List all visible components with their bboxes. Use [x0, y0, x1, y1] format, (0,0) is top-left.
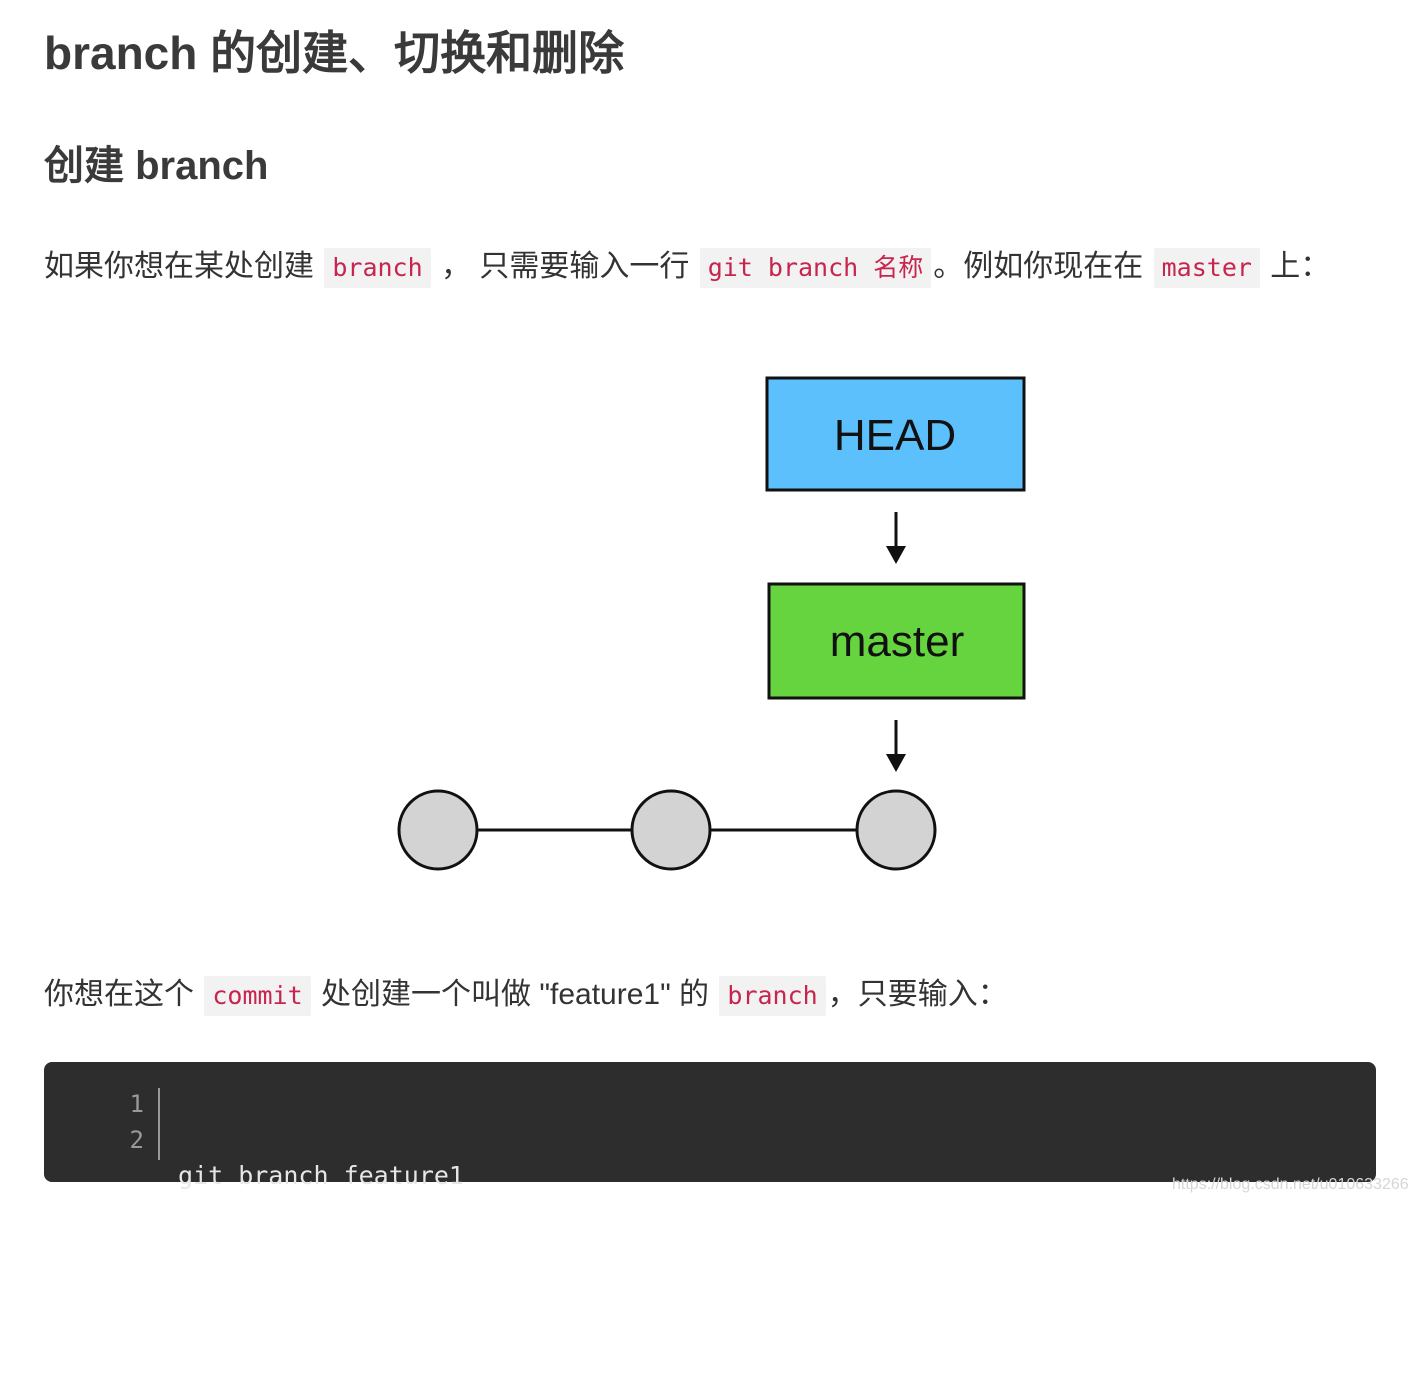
paragraph-create-branch: 如果你想在某处创建 branch ， 只需要输入一行 git branch 名称… — [44, 244, 1330, 290]
arrow-head-icon — [886, 546, 906, 564]
head-label: HEAD — [834, 411, 956, 460]
line-number: 2 — [129, 1126, 144, 1154]
page-title: branch 的创建、切换和删除 — [44, 27, 625, 79]
text: 如果你想在某处创建 — [44, 250, 314, 283]
paragraph-create-feature1: 你想在这个 commit 处创建一个叫做 "feature1" 的 branch… — [44, 972, 1008, 1018]
code-line: git branch feature1 — [178, 1161, 464, 1190]
code-lines[interactable]: git branch feature1 — [178, 1086, 464, 1374]
text: 。例如你现在在 — [933, 250, 1144, 283]
watermark: https://blog.csdn.net/u010633266 — [1172, 1176, 1409, 1193]
inline-code-master: master — [1153, 248, 1260, 289]
text: 处创建一个叫做 "feature1" 的 — [321, 978, 710, 1011]
commit-node — [630, 789, 712, 871]
inline-code-commit: commit — [204, 976, 311, 1017]
inline-code-branch: branch — [324, 248, 431, 289]
commit-node — [397, 789, 479, 871]
section-heading: 创建 branch — [44, 144, 269, 188]
text: 你想在这个 — [44, 978, 194, 1011]
text: 上： — [1270, 250, 1331, 283]
gutter-divider — [158, 1088, 160, 1160]
text: ，只要输入： — [827, 978, 1008, 1011]
text: ， 只需要输入一行 — [441, 250, 690, 283]
arrow-head-icon — [886, 754, 906, 772]
code-block: 1 2 git branch feature1 — [44, 1062, 1376, 1190]
master-label: master — [830, 617, 964, 666]
inline-code-branch: branch — [719, 976, 826, 1017]
commit-node — [855, 789, 937, 871]
line-number: 1 — [129, 1090, 144, 1118]
branch-diagram: HEAD master — [397, 376, 1026, 871]
inline-code-git-branch: git branch 名称 — [699, 248, 932, 289]
line-numbers: 1 2 — [122, 1086, 144, 1158]
